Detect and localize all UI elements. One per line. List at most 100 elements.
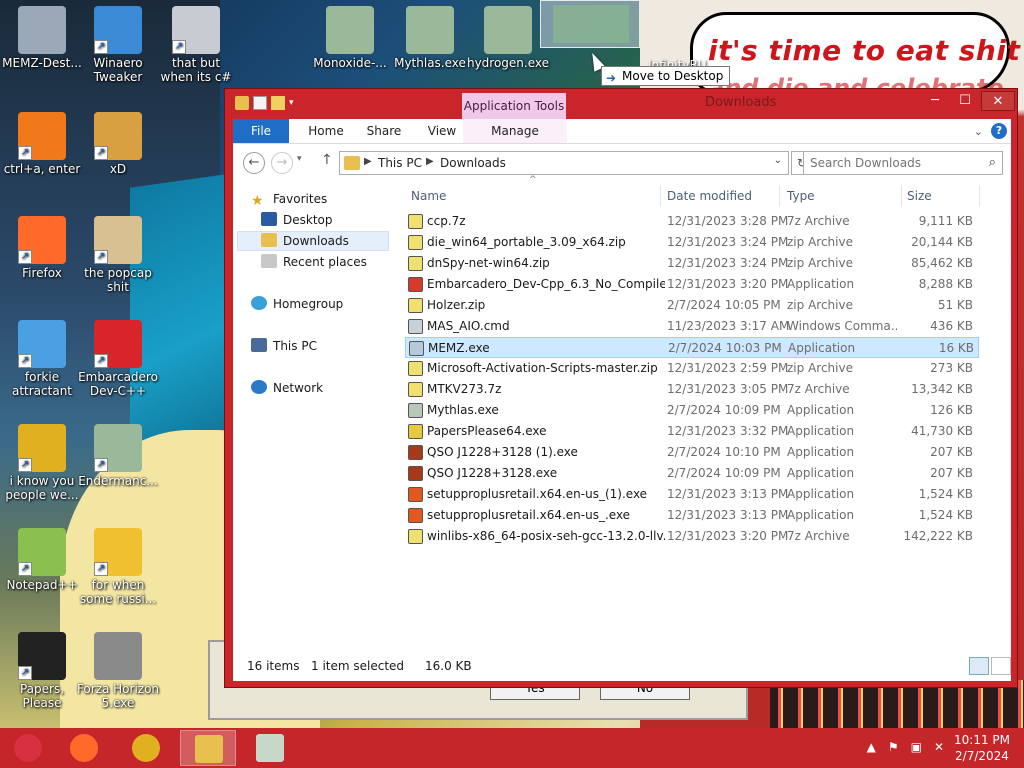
desktop-icon-item[interactable]: ↗ xD — [76, 112, 160, 176]
taskbar-button[interactable] — [56, 730, 112, 766]
table-row[interactable]: ccp.7z 12/31/2023 3:28 PM 7z Archive 9,111 … — [405, 211, 979, 232]
large-icons-view-icon[interactable] — [991, 657, 1011, 675]
properties-icon[interactable] — [253, 96, 267, 110]
details-view-icon[interactable] — [969, 657, 989, 675]
file-date: 11/23/2023 3:17 AM — [667, 319, 790, 333]
explorer-window[interactable]: ▾ Application Tools Downloads ─ ☐ ✕ File… — [224, 88, 1018, 688]
desktop-icon-item[interactable]: ↗ i know you people we... — [0, 424, 84, 502]
folder-icon[interactable] — [235, 96, 249, 110]
table-row[interactable]: QSO J1228+3128 (1).exe 2/7/2024 10:10 PM A… — [405, 442, 979, 463]
breadcrumb-downloads[interactable]: Downloads — [440, 156, 506, 170]
table-row[interactable]: setupproplusretail.x64.en-us_(1).exe 12/3… — [405, 484, 979, 505]
desktop-icon-item[interactable]: ↗ for when some russi... — [76, 528, 160, 606]
shortcut-arrow-icon: ↗ — [18, 666, 32, 680]
table-row[interactable]: Holzer.zip 2/7/2024 10:05 PM zip Archive 51… — [405, 295, 979, 316]
file-type: Application — [787, 508, 855, 522]
clock-time: 10:11 PM — [954, 733, 1010, 747]
table-row[interactable]: Microsoft-Activation-Scripts-master.zip 1… — [405, 358, 979, 379]
search-box[interactable]: ⌕ — [803, 151, 1003, 175]
breadcrumb-separator-icon[interactable]: ▶ — [426, 156, 434, 167]
column-header-date[interactable]: Date modified — [667, 181, 752, 211]
minimize-icon[interactable]: ─ — [921, 91, 949, 111]
table-row[interactable]: dnSpy-net-win64.zip 12/31/2023 3:24 PM zip… — [405, 253, 979, 274]
chevron-up-icon[interactable]: ▲ — [867, 740, 876, 754]
table-row[interactable]: QSO J1228+3128.exe 2/7/2024 10:09 PM Appli… — [405, 463, 979, 484]
desktop-icon-item[interactable]: ↗ Winaero Tweaker — [76, 6, 160, 84]
breadcrumb-separator-icon[interactable]: ▶ — [364, 156, 372, 167]
quick-access-toolbar: ▾ — [235, 96, 303, 110]
column-divider[interactable] — [660, 185, 661, 207]
desktop-icon-item[interactable]: ↗ the popcap shit — [76, 216, 160, 294]
table-row[interactable]: Mythlas.exe 2/7/2024 10:09 PM Application 1… — [405, 400, 979, 421]
table-row[interactable]: PapersPlease64.exe 12/31/2023 3:32 PM Appl… — [405, 421, 979, 442]
desktop-icon-item[interactable]: ↗ forkie attractant — [0, 320, 84, 398]
tab-share[interactable]: Share — [355, 119, 413, 143]
close-icon[interactable]: ✕ — [981, 91, 1015, 111]
table-row[interactable]: Embarcadero_Dev-Cpp_6.3_No_Compiler... 12… — [405, 274, 979, 295]
desktop-icon-item[interactable]: Mythlas.exe — [388, 6, 472, 70]
address-dropdown-icon[interactable]: ⌄ — [774, 155, 782, 166]
flag-icon[interactable]: ⚑ — [888, 740, 899, 754]
search-input[interactable] — [810, 153, 980, 173]
chevron-down-icon[interactable]: ▾ — [289, 96, 303, 110]
address-bar[interactable]: ▶ This PC ▶ Downloads ⌄ — [339, 151, 789, 175]
new-folder-icon[interactable] — [271, 96, 285, 110]
column-divider[interactable] — [901, 185, 902, 207]
column-header-name[interactable]: Name — [411, 181, 446, 211]
volume-muted-icon[interactable]: ✕ — [934, 740, 944, 754]
taskbar-button[interactable] — [242, 730, 298, 766]
archive-icon — [408, 235, 423, 250]
search-icon[interactable]: ⌕ — [989, 155, 996, 170]
table-row[interactable]: MEMZ.exe 2/7/2024 10:03 PM Application 16 K… — [405, 337, 979, 358]
desktop-icon-item[interactable]: hydrogen.exe — [466, 6, 550, 70]
back-icon[interactable]: ← — [243, 152, 265, 174]
tab-home[interactable]: Home — [297, 119, 355, 143]
table-row[interactable]: winlibs-x86_64-posix-seh-gcc-13.2.0-llv.… — [405, 526, 979, 547]
title-bar[interactable]: ▾ Application Tools Downloads ─ ☐ ✕ — [225, 89, 1017, 119]
column-header-size[interactable]: Size — [907, 181, 932, 211]
file-name: winlibs-x86_64-posix-seh-gcc-13.2.0-llv.… — [427, 529, 665, 543]
desktop-icon-item[interactable]: MEMZ-Dest... — [0, 6, 84, 70]
desktop-icon-item[interactable]: ↗ Endermanc... — [76, 424, 160, 488]
desktop-icon-item[interactable]: ↗ that but when its c# — [154, 6, 238, 84]
table-row[interactable]: die_win64_portable_3.09_x64.zip 12/31/202… — [405, 232, 979, 253]
file-size: 85,462 KB — [911, 256, 973, 270]
maximize-icon[interactable]: ☐ — [951, 91, 979, 111]
desktop-icon-label: Endermanc... — [78, 474, 158, 488]
desktop-icon-item[interactable]: ↗ Notepad++ — [0, 528, 84, 592]
column-divider[interactable] — [779, 185, 780, 207]
column-divider[interactable] — [979, 185, 980, 207]
column-header-type[interactable]: Type — [787, 181, 815, 211]
desktop-icon-item[interactable]: ↗ Embarcadero Dev-C++ — [76, 320, 160, 398]
nav-favorites[interactable]: ★ Favorites — [251, 189, 327, 209]
taskbar-button[interactable] — [180, 730, 236, 766]
nav-recent-places[interactable]: Recent places — [261, 252, 367, 272]
expand-ribbon-icon[interactable]: ⌄ — [974, 125, 983, 138]
up-arrow-icon[interactable]: ↑ — [321, 152, 333, 168]
taskbar-button[interactable] — [0, 730, 56, 766]
tab-file[interactable]: File — [233, 119, 289, 143]
recent-locations-icon[interactable]: ▾ — [297, 154, 302, 164]
forward-icon[interactable]: → — [271, 152, 293, 174]
clock[interactable]: 10:11 PM 2/7/2024 — [952, 732, 1012, 764]
network-status-icon[interactable]: ▣ — [911, 740, 922, 754]
nav-homegroup[interactable]: Homegroup — [251, 294, 343, 314]
table-row[interactable]: MTKV273.7z 12/31/2023 3:05 PM 7z Archive 13… — [405, 379, 979, 400]
table-row[interactable]: MAS_AIO.cmd 11/23/2023 3:17 AM Windows Com… — [405, 316, 979, 337]
desktop-icon-item[interactable]: Monoxide-... — [308, 6, 392, 70]
desktop-icon-item[interactable]: ↗ Papers, Please — [0, 632, 84, 710]
taskbar-button[interactable] — [118, 730, 174, 766]
help-icon[interactable]: ? — [991, 123, 1007, 139]
desktop-icon-item[interactable]: ↗ ctrl+a, enter — [0, 112, 84, 176]
desktop-icon-item[interactable]: ↗ Firefox — [0, 216, 84, 280]
nav-downloads[interactable]: Downloads — [261, 231, 349, 251]
desktop-icon-label: Forza Horizon 5.exe — [76, 682, 160, 710]
nav-desktop[interactable]: Desktop — [261, 210, 333, 230]
archive-icon — [408, 214, 423, 229]
breadcrumb-this-pc[interactable]: This PC — [378, 156, 422, 170]
tab-manage[interactable]: Manage — [463, 119, 567, 143]
nav-this-pc[interactable]: This PC — [251, 336, 317, 356]
nav-network[interactable]: Network — [251, 378, 323, 398]
desktop-icon-item[interactable]: Forza Horizon 5.exe — [76, 632, 160, 710]
table-row[interactable]: setupproplusretail.x64.en-us_.exe 12/31/2… — [405, 505, 979, 526]
